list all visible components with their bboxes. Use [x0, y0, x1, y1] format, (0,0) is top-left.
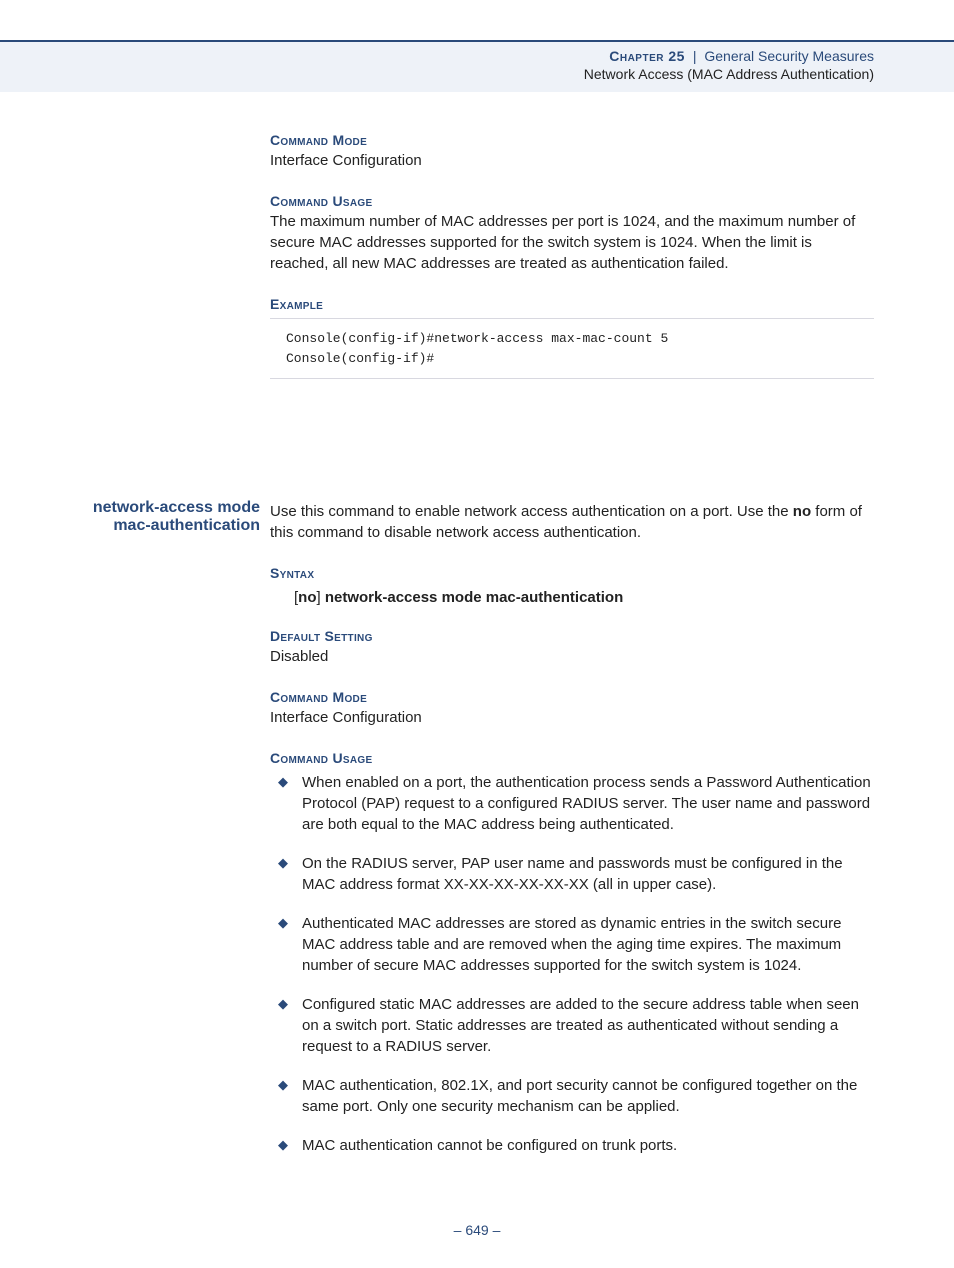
page-number: – 649 –: [0, 1204, 954, 1268]
chapter-title: General Security Measures: [704, 48, 874, 64]
list-item: MAC authentication, 802.1X, and port sec…: [270, 1075, 874, 1117]
command-mode-text: Interface Configuration: [270, 150, 874, 171]
default-setting-text: Disabled: [270, 646, 874, 667]
usage-bullet-list: When enabled on a port, the authenticati…: [270, 772, 874, 1156]
command-name-sidebar: network-access mode mac-authentication: [80, 499, 270, 1174]
header-subtitle: Network Access (MAC Address Authenticati…: [80, 66, 874, 82]
command-mode-heading: Command Mode: [270, 132, 874, 148]
command-mode-text-2: Interface Configuration: [270, 707, 874, 728]
default-setting-heading: Default Setting: [270, 628, 874, 644]
syntax-heading: Syntax: [270, 565, 874, 581]
page-header: Chapter 25 | General Security Measures N…: [0, 42, 954, 92]
sidebar-empty: [80, 132, 270, 379]
list-item: Authenticated MAC addresses are stored a…: [270, 913, 874, 976]
example-heading: Example: [270, 296, 874, 312]
command-intro: Use this command to enable network acces…: [270, 501, 874, 543]
command-usage-text: The maximum number of MAC addresses per …: [270, 211, 874, 274]
command-usage-heading: Command Usage: [270, 193, 874, 209]
list-item: Configured static MAC addresses are adde…: [270, 994, 874, 1057]
intro-part1: Use this command to enable network acces…: [270, 503, 793, 520]
list-item: On the RADIUS server, PAP user name and …: [270, 853, 874, 895]
intro-bold: no: [793, 503, 811, 520]
list-item: MAC authentication cannot be configured …: [270, 1135, 874, 1156]
list-item: When enabled on a port, the authenticati…: [270, 772, 874, 835]
command-usage-heading-2: Command Usage: [270, 750, 874, 766]
chapter-label: Chapter 25: [609, 48, 685, 64]
example-code: Console(config-if)#network-access max-ma…: [270, 318, 874, 379]
command-mode-heading-2: Command Mode: [270, 689, 874, 705]
syntax-text: [no] network-access mode mac-authenticat…: [294, 589, 874, 606]
separator: |: [693, 48, 697, 64]
